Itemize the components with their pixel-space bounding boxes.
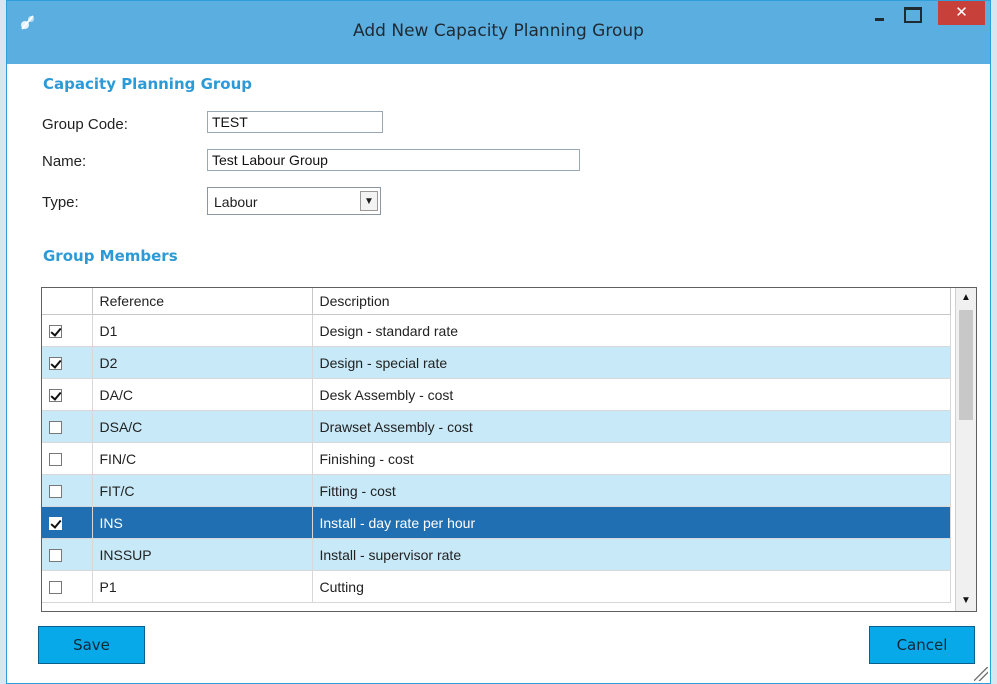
scroll-up-icon[interactable]: ▲ bbox=[956, 288, 976, 308]
header-checkbox-column[interactable] bbox=[42, 288, 93, 315]
row-reference: DA/C bbox=[92, 378, 313, 411]
row-reference: FIT/C bbox=[92, 474, 313, 507]
name-label: Name: bbox=[42, 153, 87, 170]
header-description[interactable]: Description bbox=[312, 288, 951, 315]
type-dropdown[interactable]: Labour ▼ bbox=[207, 187, 381, 215]
table-row[interactable]: P1 Cutting bbox=[42, 570, 951, 603]
chevron-down-icon[interactable]: ▼ bbox=[360, 191, 378, 211]
row-checkbox[interactable] bbox=[49, 389, 62, 403]
name-field[interactable] bbox=[207, 149, 580, 171]
row-reference: P1 bbox=[92, 570, 313, 603]
row-checkbox[interactable] bbox=[49, 549, 62, 563]
row-description: Finishing - cost bbox=[312, 442, 951, 475]
row-description: Install - supervisor rate bbox=[312, 538, 951, 571]
save-button[interactable]: Save bbox=[38, 626, 145, 664]
close-button[interactable]: ✕ bbox=[938, 1, 985, 25]
type-dropdown-value: Labour bbox=[214, 194, 258, 210]
scroll-down-icon[interactable]: ▼ bbox=[956, 591, 976, 611]
table-row-selected[interactable]: INS Install - day rate per hour bbox=[42, 506, 951, 539]
table-row[interactable]: FIT/C Fitting - cost bbox=[42, 474, 951, 507]
row-reference: D2 bbox=[92, 346, 313, 379]
table-row[interactable]: D2 Design - special rate bbox=[42, 346, 951, 379]
window-title: Add New Capacity Planning Group bbox=[353, 21, 644, 41]
row-reference: FIN/C bbox=[92, 442, 313, 475]
row-checkbox[interactable] bbox=[49, 421, 62, 435]
scrollbar-thumb[interactable] bbox=[959, 310, 973, 420]
section-heading-group: Capacity Planning Group bbox=[43, 75, 253, 93]
close-icon: ✕ bbox=[955, 3, 968, 21]
group-code-field[interactable] bbox=[207, 111, 383, 133]
row-description: Design - standard rate bbox=[312, 314, 951, 347]
resize-grip-icon[interactable] bbox=[974, 667, 988, 681]
title-bar[interactable]: Add New Capacity Planning Group ✕ bbox=[7, 1, 990, 64]
dialog-window: Add New Capacity Planning Group ✕ Capaci… bbox=[6, 0, 991, 684]
header-reference[interactable]: Reference bbox=[92, 288, 313, 315]
table-row[interactable]: DA/C Desk Assembly - cost bbox=[42, 378, 951, 411]
group-code-label: Group Code: bbox=[42, 116, 128, 133]
row-description: Design - special rate bbox=[312, 346, 951, 379]
table-row[interactable]: DSA/C Drawset Assembly - cost bbox=[42, 410, 951, 443]
grid-header-row: Reference Description bbox=[42, 288, 951, 315]
section-heading-members: Group Members bbox=[43, 247, 178, 265]
row-checkbox[interactable] bbox=[49, 325, 62, 339]
row-reference: D1 bbox=[92, 314, 313, 347]
row-reference: INSSUP bbox=[92, 538, 313, 571]
row-reference: DSA/C bbox=[92, 410, 313, 443]
table-row[interactable]: INSSUP Install - supervisor rate bbox=[42, 538, 951, 571]
table-row[interactable]: FIN/C Finishing - cost bbox=[42, 442, 951, 475]
row-description: Fitting - cost bbox=[312, 474, 951, 507]
row-description: Desk Assembly - cost bbox=[312, 378, 951, 411]
minimize-button[interactable] bbox=[869, 5, 891, 27]
group-members-grid[interactable]: Reference Description D1 Design - standa… bbox=[41, 287, 977, 612]
type-label: Type: bbox=[42, 194, 79, 211]
row-checkbox[interactable] bbox=[49, 453, 62, 467]
row-description: Cutting bbox=[312, 570, 951, 603]
row-checkbox[interactable] bbox=[49, 357, 62, 371]
row-description: Drawset Assembly - cost bbox=[312, 410, 951, 443]
vertical-scrollbar[interactable]: ▲ ▼ bbox=[955, 288, 976, 611]
row-reference: INS bbox=[92, 506, 313, 539]
row-checkbox[interactable] bbox=[49, 581, 62, 595]
row-checkbox[interactable] bbox=[49, 485, 62, 499]
row-description: Install - day rate per hour bbox=[312, 506, 951, 539]
maximize-button[interactable] bbox=[904, 7, 922, 23]
minimize-icon bbox=[875, 18, 884, 21]
cancel-button[interactable]: Cancel bbox=[869, 626, 975, 664]
table-row[interactable]: D1 Design - standard rate bbox=[42, 314, 951, 347]
row-checkbox[interactable] bbox=[49, 517, 62, 531]
